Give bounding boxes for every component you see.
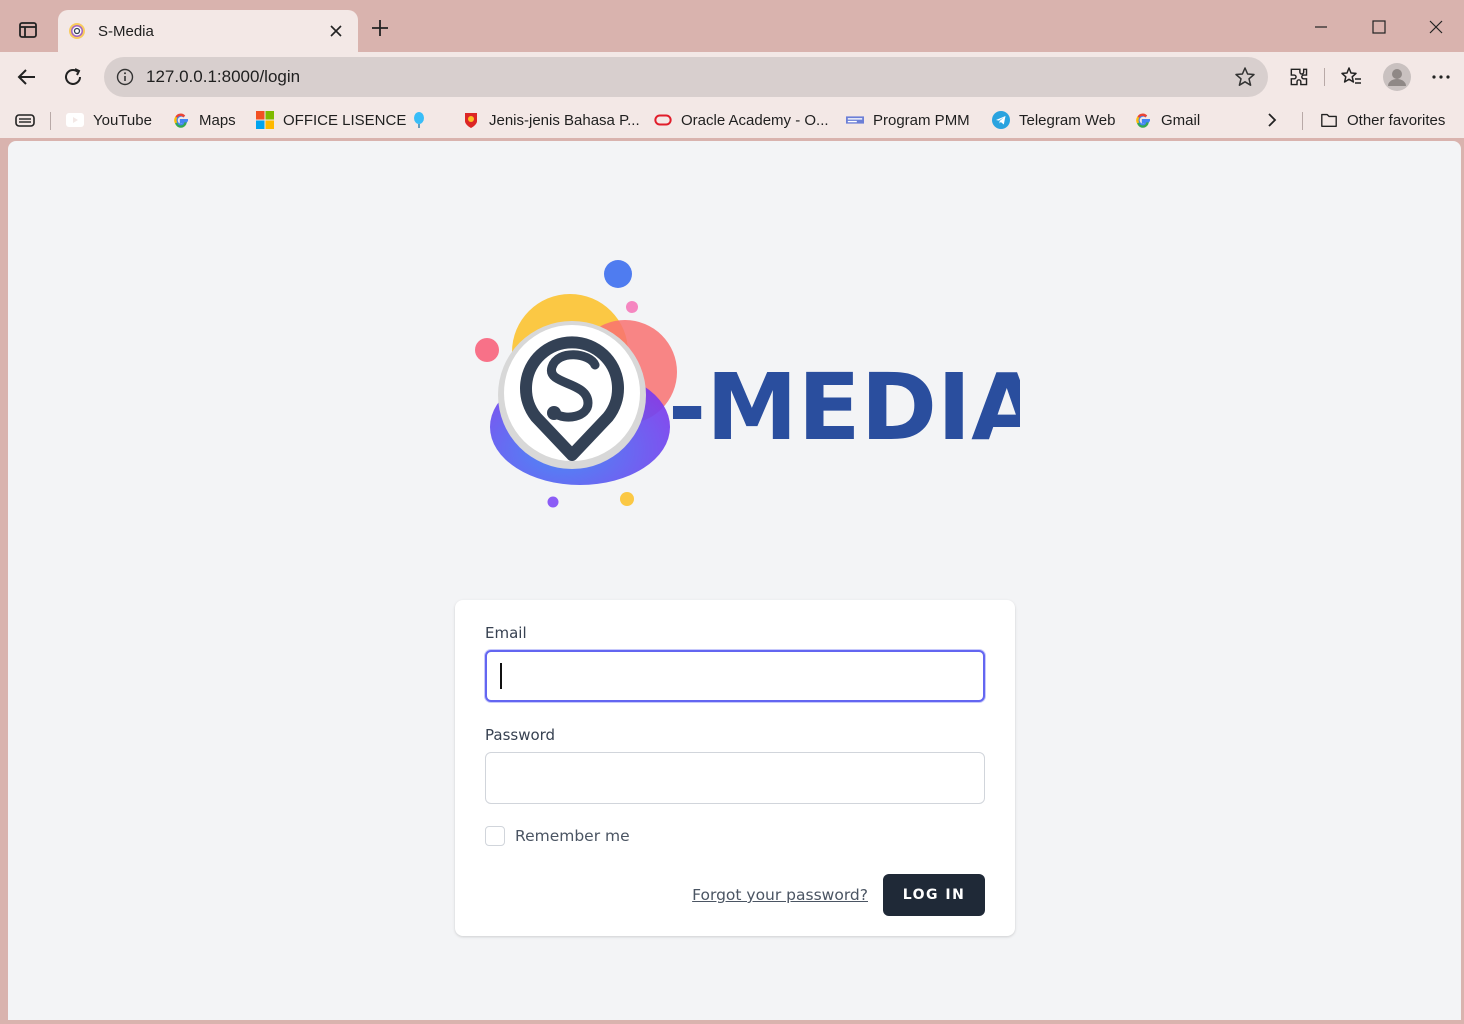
bookmark-gmail[interactable]: Gmail bbox=[1134, 108, 1200, 132]
bookmark-youtube[interactable]: YouTube bbox=[66, 108, 152, 132]
microsoft-icon bbox=[256, 111, 274, 129]
google-icon bbox=[172, 111, 190, 129]
close-tab-icon[interactable] bbox=[326, 21, 346, 41]
s-media-logo: -MEDIA bbox=[475, 260, 1020, 508]
text-cursor bbox=[500, 663, 502, 689]
page-viewport: -MEDIA Email Password Remember me Forgot… bbox=[8, 141, 1461, 1020]
more-options-icon[interactable] bbox=[1426, 62, 1456, 92]
logo-wordmark: -MEDIA bbox=[668, 354, 1020, 461]
tab-s-media[interactable]: S-Media bbox=[58, 10, 358, 52]
bookmarks-divider bbox=[50, 112, 51, 130]
pmm-icon bbox=[846, 111, 864, 129]
favorites-icon[interactable] bbox=[1336, 62, 1366, 92]
bookmarks-bar: YouTube Maps OFFICE LISENCE Jenis-jenis … bbox=[0, 102, 1464, 138]
email-input[interactable] bbox=[485, 650, 985, 702]
bookmark-office-lisence[interactable]: OFFICE LISENCE bbox=[256, 108, 406, 132]
address-bar[interactable]: 127.0.0.1:8000/login bbox=[104, 57, 1268, 97]
bookmark-balloon[interactable] bbox=[410, 108, 437, 132]
password-label: Password bbox=[485, 726, 556, 744]
bookmarks-divider bbox=[1302, 112, 1303, 130]
tab-actions-icon[interactable] bbox=[14, 16, 42, 44]
bookmark-program-pmm[interactable]: Program PMM bbox=[846, 108, 970, 132]
other-favorites[interactable]: Other favorites bbox=[1320, 108, 1445, 132]
refresh-icon[interactable] bbox=[58, 62, 88, 92]
youtube-icon bbox=[66, 111, 84, 129]
telegram-icon bbox=[992, 111, 1010, 129]
collections-icon[interactable] bbox=[14, 108, 36, 132]
url-text: 127.0.0.1:8000/login bbox=[146, 67, 301, 86]
balloon-icon bbox=[410, 111, 428, 129]
folder-icon bbox=[1320, 111, 1338, 129]
title-bar: S-Media bbox=[0, 0, 1464, 52]
profile-avatar-icon[interactable] bbox=[1380, 60, 1414, 94]
close-window-icon[interactable] bbox=[1421, 14, 1451, 40]
forgot-password-link[interactable]: Forgot your password? bbox=[692, 886, 868, 904]
email-label: Email bbox=[485, 624, 527, 642]
maximize-icon[interactable] bbox=[1364, 14, 1394, 40]
remember-me-checkbox[interactable] bbox=[485, 826, 505, 846]
remember-me-label: Remember me bbox=[515, 827, 630, 845]
login-button[interactable]: LOG IN bbox=[883, 874, 985, 916]
extensions-icon[interactable] bbox=[1284, 62, 1314, 92]
login-card: Email Password Remember me Forgot your p… bbox=[455, 600, 1015, 936]
browser-toolbar: 127.0.0.1:8000/login bbox=[0, 52, 1464, 102]
s-media-favicon-icon bbox=[66, 20, 88, 42]
minimize-icon[interactable] bbox=[1306, 14, 1336, 40]
more-bookmarks-chevron-icon[interactable] bbox=[1264, 108, 1280, 132]
google-icon bbox=[1134, 111, 1152, 129]
bookmark-jenis-jenis-bahasa[interactable]: Jenis-jenis Bahasa P... bbox=[462, 108, 640, 132]
password-input[interactable] bbox=[485, 752, 985, 804]
oracle-icon bbox=[654, 111, 672, 129]
toolbar-divider bbox=[1324, 68, 1325, 86]
bookmark-maps[interactable]: Maps bbox=[172, 108, 236, 132]
remember-me: Remember me bbox=[485, 826, 630, 846]
site-info-icon[interactable] bbox=[114, 66, 136, 88]
new-tab-icon[interactable] bbox=[368, 16, 392, 40]
bookmark-telegram-web[interactable]: Telegram Web bbox=[992, 108, 1115, 132]
shield-crest-icon bbox=[462, 111, 480, 129]
tab-title: S-Media bbox=[98, 22, 154, 40]
favorite-star-icon[interactable] bbox=[1234, 66, 1256, 88]
bookmark-oracle-academy[interactable]: Oracle Academy - O... bbox=[654, 108, 829, 132]
back-icon[interactable] bbox=[12, 62, 42, 92]
